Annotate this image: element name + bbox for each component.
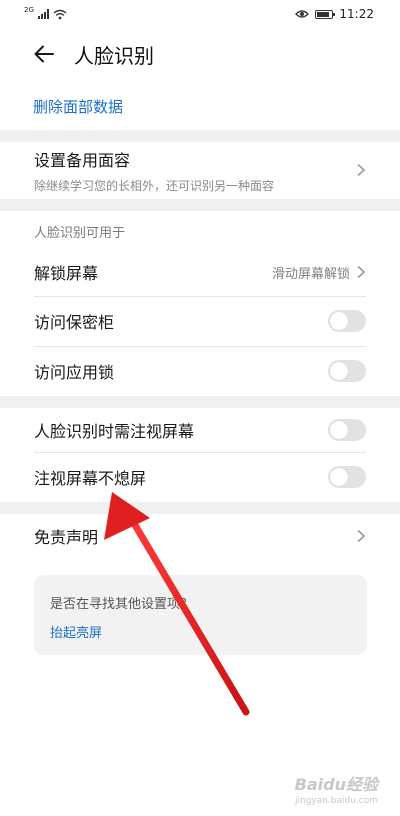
section-divider: [0, 396, 400, 408]
back-arrow-icon: [34, 45, 54, 63]
toggle-knob: [330, 468, 348, 486]
section-header: 人脸识别可用于: [34, 226, 126, 241]
watermark: Baidu经验 jingyan.baidu.com: [295, 771, 378, 806]
unlock-screen-row[interactable]: 解锁屏幕 滑动屏幕解锁: [0, 248, 400, 296]
status-right: 11:22: [295, 7, 374, 21]
app-lock-toggle[interactable]: [328, 360, 366, 382]
network-type: 2G: [24, 6, 34, 14]
safe-box-row: 访问保密柜: [0, 297, 400, 345]
gaze-keep-on-toggle[interactable]: [328, 466, 366, 488]
status-bar: 2G 11:22: [0, 0, 400, 28]
require-gaze-toggle[interactable]: [328, 419, 366, 441]
back-button[interactable]: [22, 32, 66, 76]
watermark-url: jingyan.baidu.com: [294, 796, 378, 806]
alt-appearance-title: 设置备用面容: [34, 150, 131, 170]
app-lock-row: 访问应用锁: [0, 347, 400, 395]
toggle-knob: [330, 362, 348, 380]
toggle-knob: [330, 421, 348, 439]
chevron-right-icon: [357, 163, 366, 177]
section-divider: [0, 199, 400, 211]
disclaimer-label: 免责声明: [34, 528, 99, 547]
eye-comfort-icon: [295, 10, 310, 18]
raise-to-wake-link[interactable]: 抬起亮屏: [50, 622, 351, 641]
title-bar: 人脸识别: [0, 30, 400, 78]
gaze-keep-on-label: 注视屏幕不熄屏: [34, 469, 147, 488]
watermark-brand: Baidu经验: [294, 775, 378, 794]
suggestion-card: 是否在寻找其他设置项？ 抬起亮屏: [34, 575, 367, 655]
unlock-screen-label: 解锁屏幕: [34, 264, 99, 283]
delete-face-data-link[interactable]: 删除面部数据: [33, 86, 123, 126]
safe-box-label: 访问保密柜: [34, 313, 115, 332]
disclaimer-row[interactable]: 免责声明: [0, 514, 400, 558]
app-lock-label: 访问应用锁: [34, 363, 115, 382]
safe-box-toggle[interactable]: [328, 310, 366, 332]
signal-icon: [37, 9, 49, 19]
toggle-knob: [330, 312, 348, 330]
require-gaze-row: 人脸识别时需注视屏幕: [0, 408, 400, 452]
suggestion-title: 是否在寻找其他设置项？: [50, 597, 194, 612]
alt-appearance-row[interactable]: 设置备用面容 除继续学习您的长相外，还可识别另一种面容: [0, 142, 400, 198]
section-divider: [0, 130, 400, 142]
section-divider: [0, 502, 400, 514]
battery-icon: [315, 9, 336, 19]
chevron-right-icon: [357, 529, 366, 543]
status-left: 2G: [24, 6, 67, 20]
status-time: 11:22: [339, 7, 374, 21]
page-title: 人脸识别: [74, 43, 154, 68]
gaze-keep-on-row: 注视屏幕不熄屏: [0, 453, 400, 501]
chevron-right-icon: [357, 265, 366, 279]
wifi-icon: [53, 9, 67, 19]
alt-appearance-subtitle: 除继续学习您的长相外，还可识别另一种面容: [34, 178, 275, 193]
require-gaze-label: 人脸识别时需注视屏幕: [34, 422, 195, 441]
unlock-screen-value: 滑动屏幕解锁: [271, 266, 350, 282]
